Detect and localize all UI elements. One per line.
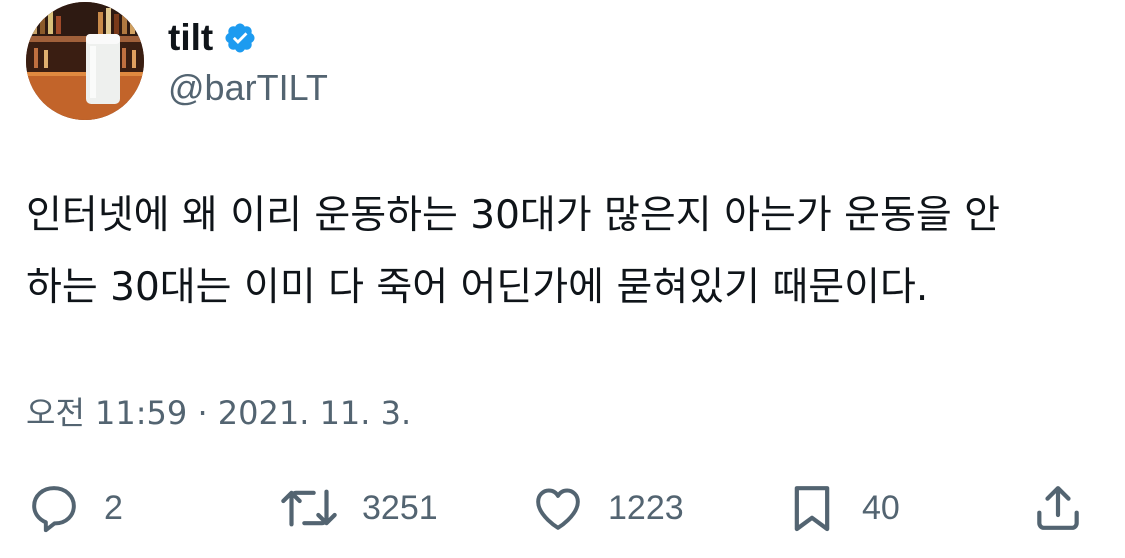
verified-badge-icon [225, 23, 255, 53]
reply-icon [32, 486, 76, 533]
bookmark-button[interactable]: 40 [784, 480, 900, 536]
tweet-action-bar: 2 3251 1223 40 [0, 480, 1125, 536]
tweet-text-line: 인터넷에 왜 이리 운동하는 30대가 많은지 아는가 운동을 안 [26, 193, 1001, 238]
tweet-text-line: 하는 30대는 이미 다 죽어 어딘가에 묻혀있기 때문이다. [26, 265, 929, 310]
reply-count: 2 [104, 489, 123, 527]
bookmark-count: 40 [862, 489, 900, 527]
retweet-count: 3251 [362, 489, 438, 527]
retweet-icon [281, 489, 337, 527]
share-button[interactable] [1030, 480, 1086, 536]
author-handle[interactable]: @barTILT [168, 62, 328, 114]
bookmark-icon [794, 486, 830, 532]
author-avatar[interactable] [26, 2, 144, 120]
heart-icon [536, 488, 580, 530]
share-icon [1037, 486, 1079, 530]
author-display-name-row[interactable]: tilt [168, 12, 257, 64]
bar-glass-avatar-icon [26, 2, 144, 120]
retweet-button[interactable]: 3251 [278, 480, 438, 536]
like-button[interactable]: 1223 [530, 480, 684, 536]
like-count: 1223 [608, 489, 684, 527]
tweet-text: 인터넷에 왜 이리 운동하는 30대가 많은지 아는가 운동을 안 하는 30대… [26, 180, 1106, 324]
reply-button[interactable]: 2 [26, 480, 123, 536]
tweet-timestamp[interactable]: 오전 11:59 · 2021. 11. 3. [26, 388, 411, 438]
author-display-name[interactable]: tilt [168, 12, 213, 64]
